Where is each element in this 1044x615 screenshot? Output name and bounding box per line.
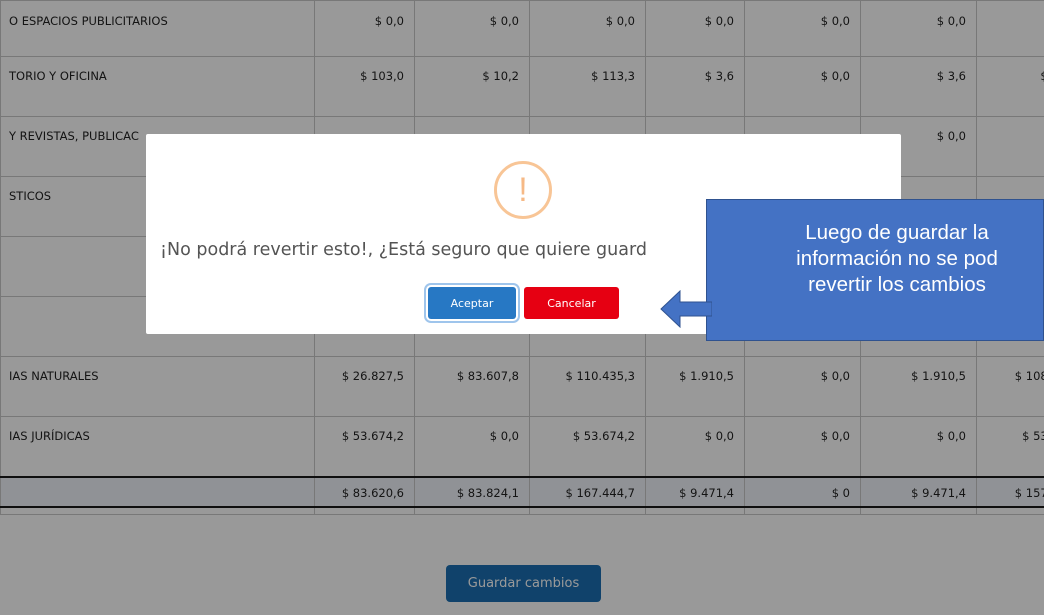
warning-exclamation-icon: ! [494, 161, 552, 219]
cancel-button[interactable]: Cancelar [524, 287, 619, 319]
budget-page: O ESPACIOS PUBLICITARIOS $ 0,0 $ 0,0 $ 0,0 $… [0, 0, 1044, 615]
accept-button[interactable]: Aceptar [428, 287, 516, 319]
annotation-callout: Luego de guardar la información no se po… [706, 199, 1044, 341]
left-arrow-icon [660, 290, 712, 328]
dialog-message: ¡No podrá revertir esto!, ¿Está seguro q… [160, 240, 647, 260]
callout-text: Luego de guardar la información no se po… [796, 221, 998, 296]
